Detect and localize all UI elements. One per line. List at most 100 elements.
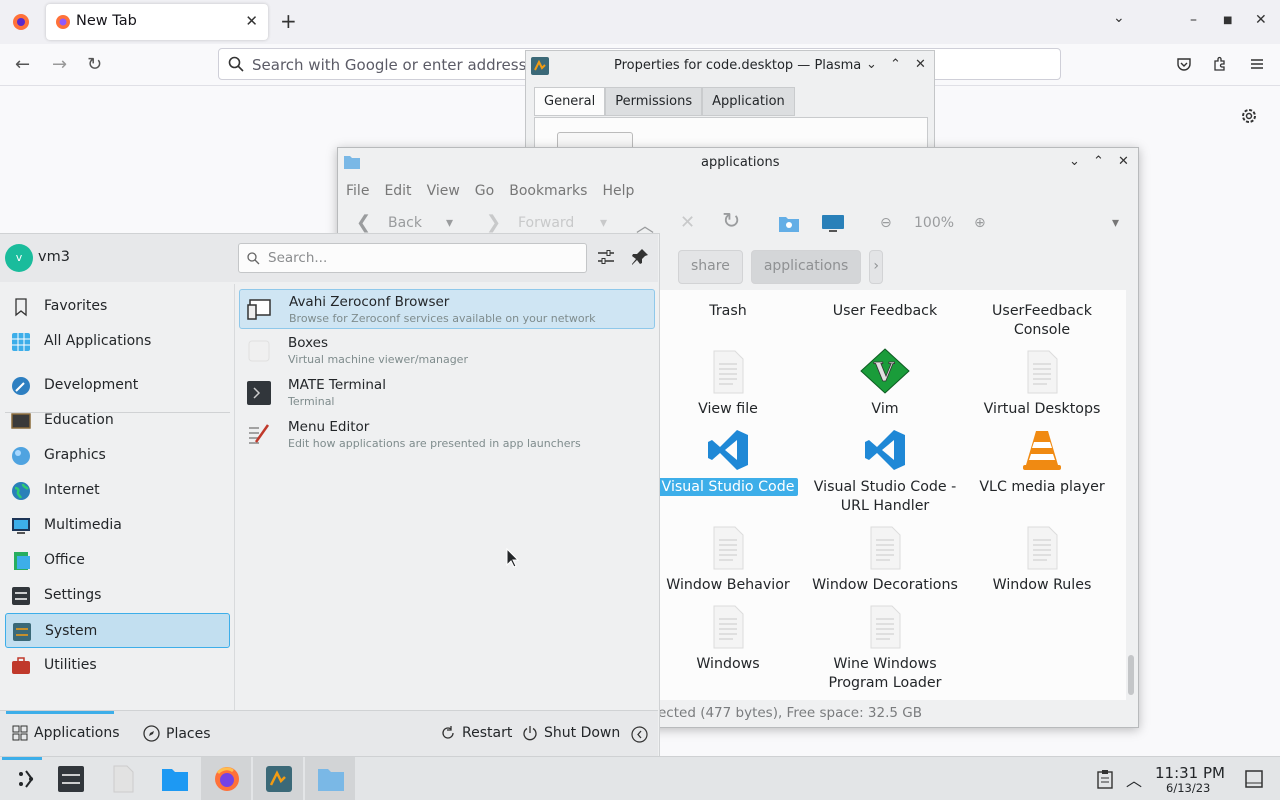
taskbar-firefox[interactable]	[201, 757, 251, 800]
pin-icon[interactable]	[631, 248, 649, 266]
menu-file[interactable]: File	[346, 181, 376, 199]
minimize-icon[interactable]: ⌄	[866, 57, 877, 72]
back-icon[interactable]: ←	[15, 54, 30, 75]
file-item[interactable]: Visual Studio Code - URL Handler	[810, 428, 960, 516]
zoom-in-icon[interactable]: ⊕	[974, 215, 986, 231]
configure-icon[interactable]	[597, 248, 615, 266]
tab-general[interactable]: General	[534, 87, 606, 116]
file-item[interactable]: Visual Studio Code	[660, 428, 803, 497]
maximize-icon[interactable]: ⌃	[890, 57, 901, 72]
maximize-icon[interactable]: ■	[1223, 15, 1232, 26]
list-tabs-icon[interactable]: ⌄	[1113, 10, 1125, 26]
close-icon[interactable]: ✕	[915, 57, 926, 72]
file-item[interactable]: Window Behavior	[660, 526, 803, 595]
category-internet[interactable]: Internet	[5, 473, 230, 508]
category-system[interactable]: System	[5, 613, 230, 648]
properties-titlebar[interactable]: Properties for code.desktop — Plasma ⌄ ⌃…	[526, 51, 934, 81]
avatar[interactable]: v	[5, 244, 33, 272]
list-item[interactable]: Menu Editor Edit how applications are pr…	[239, 415, 655, 455]
restart-button[interactable]: Restart	[440, 725, 512, 741]
file-item[interactable]: Window Rules	[967, 526, 1117, 595]
menu-bookmarks[interactable]: Bookmarks	[509, 181, 594, 199]
stop-icon[interactable]: ✕	[680, 212, 695, 233]
folder-view-icon[interactable]	[778, 214, 800, 234]
page-settings-gear-icon[interactable]	[1240, 107, 1258, 125]
menu-icon[interactable]	[1249, 56, 1265, 72]
dolphin-titlebar[interactable]: applications ⌄ ⌃ ✕	[338, 148, 1138, 178]
breadcrumb-share[interactable]: share	[678, 250, 743, 284]
file-item[interactable]: Trash	[660, 290, 803, 321]
menu-go[interactable]: Go	[475, 181, 501, 199]
forward-arrow-icon[interactable]: ❯	[486, 212, 501, 233]
list-item[interactable]: Boxes Virtual machine viewer/manager	[239, 331, 655, 371]
breadcrumb-applications[interactable]: applications	[750, 250, 862, 284]
taskbar-system-settings[interactable]	[45, 757, 95, 800]
file-item[interactable]: User Feedback	[810, 290, 960, 321]
file-item[interactable]: VLC media player	[967, 428, 1117, 497]
clock-date[interactable]: 6/13/23	[1166, 781, 1210, 795]
forward-icon[interactable]: →	[52, 54, 67, 75]
tab-new-tab[interactable]: New Tab ✕	[46, 4, 268, 40]
file-item[interactable]: UserFeedback Console	[967, 290, 1117, 340]
tab-permissions[interactable]: Permissions	[605, 87, 703, 116]
close-tab-icon[interactable]: ✕	[245, 12, 258, 30]
back-dropdown-icon[interactable]: ▾	[446, 215, 453, 231]
maximize-icon[interactable]: ⌃	[1093, 154, 1104, 169]
monitor-icon[interactable]	[821, 214, 845, 234]
taskbar-file[interactable]	[97, 757, 147, 800]
category-all-applications[interactable]: All Applications	[5, 324, 230, 359]
places-tab[interactable]: Places	[143, 725, 211, 742]
menu-view[interactable]: View	[427, 181, 467, 199]
clipboard-icon[interactable]	[1097, 769, 1113, 789]
taskbar-properties[interactable]	[253, 757, 303, 800]
shutdown-button[interactable]: Shut Down	[522, 725, 620, 741]
system-tray-expand-icon[interactable]: ︿	[1126, 767, 1142, 791]
tab-application[interactable]: Application	[702, 87, 795, 116]
menu-edit[interactable]: Edit	[384, 181, 418, 199]
menu-help[interactable]: Help	[602, 181, 641, 199]
file-view-scrollbar[interactable]	[1127, 290, 1135, 700]
file-item[interactable]: V Vim	[810, 348, 960, 419]
show-desktop-icon[interactable]	[1245, 770, 1263, 788]
file-item[interactable]: Window Decorations	[810, 526, 960, 595]
file-item[interactable]: Virtual Desktops	[967, 350, 1117, 419]
category-favorites[interactable]: Favorites	[5, 289, 230, 324]
launcher-button[interactable]	[0, 757, 50, 800]
category-settings[interactable]: Settings	[5, 578, 230, 613]
category-education[interactable]: Education	[5, 403, 230, 438]
clock-time[interactable]: 11:31 PM	[1155, 764, 1225, 782]
firefox-view-icon[interactable]	[8, 9, 34, 35]
minimize-icon[interactable]: ⌄	[1069, 154, 1080, 169]
list-item[interactable]: MATE Terminal Terminal	[239, 373, 655, 413]
category-office[interactable]: Office	[5, 543, 230, 578]
scrollbar-thumb[interactable]	[1128, 655, 1134, 695]
new-tab-button[interactable]: +	[280, 10, 297, 32]
file-item[interactable]: Windows	[660, 605, 803, 674]
pocket-icon[interactable]	[1176, 56, 1192, 72]
toolbar-overflow-icon[interactable]: ▾	[1112, 215, 1119, 231]
category-development[interactable]: Development	[5, 368, 230, 403]
search-input[interactable]: Search...	[238, 243, 587, 273]
category-multimedia[interactable]: Multimedia	[5, 508, 230, 543]
forward-button[interactable]: Forward	[518, 215, 574, 231]
taskbar-dolphin-window[interactable]	[305, 757, 355, 800]
list-item[interactable]: Avahi Zeroconf Browser Browse for Zeroco…	[239, 289, 655, 329]
close-window-icon[interactable]: ✕	[1255, 12, 1267, 28]
forward-dropdown-icon[interactable]: ▾	[600, 215, 607, 231]
back-arrow-icon[interactable]: ❮	[356, 212, 371, 233]
breadcrumb-more-icon[interactable]: ›	[869, 250, 883, 284]
category-utilities[interactable]: Utilities	[5, 648, 230, 683]
close-icon[interactable]: ✕	[1118, 154, 1129, 169]
category-graphics[interactable]: Graphics	[5, 438, 230, 473]
reload-icon[interactable]: ↻	[87, 54, 102, 75]
zoom-out-icon[interactable]: ⊖	[880, 215, 892, 231]
minimize-icon[interactable]: –	[1190, 12, 1197, 28]
extensions-icon[interactable]	[1212, 56, 1228, 72]
back-button[interactable]: Back	[388, 215, 422, 231]
applications-tab[interactable]: Applications	[12, 725, 120, 741]
file-item[interactable]: View file	[660, 350, 803, 419]
reload-icon[interactable]: ↻	[722, 209, 740, 234]
file-item[interactable]: Wine Windows Program Loader	[810, 605, 960, 693]
taskbar-dolphin[interactable]	[149, 757, 199, 800]
leave-options-icon[interactable]	[631, 726, 648, 743]
